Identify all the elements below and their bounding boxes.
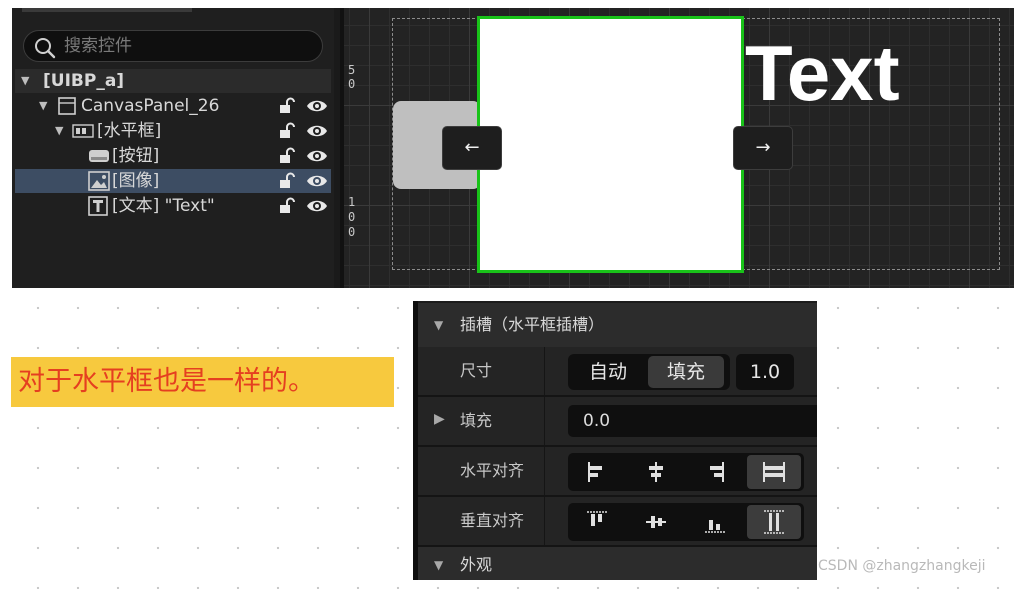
tree-label: [水平框] [97,121,162,141]
expand-arrow-icon[interactable]: ▼ [39,94,47,118]
horizontal-alignment-label: 水平对齐 [460,461,525,480]
tree-row-image[interactable]: [图像] [15,169,331,193]
slot-section-header[interactable]: ▼ 插槽（水平框插槽） [418,303,817,347]
tree-row-canvas-panel[interactable]: ▼ CanvasPanel_26 [15,94,331,118]
image-widget-icon [88,171,110,191]
appearance-section-header[interactable]: ▼ 外观 [418,547,817,580]
unlock-icon[interactable] [278,197,296,215]
collapse-arrow-icon[interactable]: ▼ [434,303,443,347]
column-divider [544,447,545,495]
align-center-horizontal-button[interactable] [629,455,683,489]
horizontal-alignment-row: 水平对齐 [418,447,817,495]
align-bottom-icon [705,520,725,533]
align-center-horizontal-icon [649,462,663,482]
section-title: 外观 [460,555,493,574]
unlock-icon[interactable] [278,172,296,190]
unlock-icon[interactable] [278,147,296,165]
column-divider [544,497,545,545]
ruler-label: 1 [348,195,356,209]
move-left-button[interactable]: ← [442,126,502,170]
tree-row-root[interactable]: ▼ [UIBP_a] [15,69,331,93]
collapse-arrow-icon[interactable]: ▼ [434,547,443,580]
size-fill-option[interactable]: 填充 [648,356,724,388]
ruler-label: 0 [348,77,356,91]
vertical-alignment-row: 垂直对齐 [418,497,817,545]
expand-arrow-icon[interactable]: ▼ [21,69,29,93]
expand-arrow-icon[interactable]: ▼ [55,119,63,143]
vertical-alignment-label: 垂直对齐 [460,511,525,530]
fill-vertical-icon [764,510,784,534]
visibility-eye-icon[interactable] [306,123,328,139]
ruler-label: 5 [348,63,356,77]
watermark: CSDN @zhangzhangkeji [818,558,986,574]
padding-input[interactable]: 0.0 [568,405,817,437]
text-widget-preview[interactable]: Text [745,28,900,118]
hierarchy-tab-strip [22,8,192,12]
align-left-button[interactable] [570,455,624,489]
visibility-eye-icon[interactable] [306,148,328,164]
expand-arrow-icon[interactable]: ▶ [434,411,445,427]
tree-label: [图像] [112,171,160,191]
size-auto-option[interactable]: 自动 [570,356,646,388]
ruler-label: 0 [348,225,356,239]
align-bottom-button[interactable] [688,505,742,539]
tree-label: [UIBP_a] [43,71,125,91]
size-fill-value[interactable]: 1.0 [736,354,794,390]
search-box[interactable] [23,30,323,62]
tree-row-horizontal-box[interactable]: ▼ [水平框] [15,119,331,143]
column-divider [544,347,545,395]
tree-label: [文本] "Text" [112,196,215,216]
align-left-icon [588,462,602,482]
text-widget-icon [88,196,108,216]
visibility-eye-icon[interactable] [306,98,328,114]
unlock-icon[interactable] [278,97,296,115]
search-icon [35,38,56,59]
move-right-button[interactable]: → [733,126,793,170]
vertical-alignment-group [568,503,804,541]
padding-row: ▶ 填充 0.0 [418,397,817,445]
tree-label: CanvasPanel_26 [81,96,220,116]
size-rule-toggle[interactable]: 自动 填充 [568,354,730,390]
tree-row-text[interactable]: [文本] "Text" [15,194,331,218]
ruler-label: 0 [348,210,356,224]
column-divider [544,397,545,445]
align-center-vertical-icon [646,516,666,528]
viewport-divider[interactable] [340,8,344,288]
section-title: 插槽（水平框插槽） [460,315,605,334]
unlock-icon[interactable] [278,122,296,140]
size-row: 尺寸 自动 填充 1.0 [418,347,817,395]
align-right-button[interactable] [688,455,742,489]
annotation-note: 对于水平框也是一样的。 [11,357,394,407]
visibility-eye-icon[interactable] [306,173,328,189]
size-label: 尺寸 [460,361,493,380]
visibility-eye-icon[interactable] [306,198,328,214]
align-top-button[interactable] [570,505,624,539]
canvas-panel-icon [58,97,76,115]
align-right-icon [710,462,724,482]
align-center-vertical-button[interactable] [629,505,683,539]
padding-label: 填充 [460,411,493,430]
vertical-ruler: 5 0 1 0 0 [348,8,368,288]
fill-horizontal-button[interactable] [747,455,801,489]
widget-editor-screenshot: ▼ [UIBP_a] ▼ CanvasPanel_26 ▼ [12,8,1014,288]
button-widget-icon [89,150,109,162]
align-top-icon [587,511,607,526]
hierarchy-panel: ▼ [UIBP_a] ▼ CanvasPanel_26 ▼ [12,8,334,288]
tree-row-button[interactable]: [按钮] [15,144,331,168]
fill-vertical-button[interactable] [747,505,801,539]
horizontal-alignment-group [568,453,804,491]
fill-horizontal-icon [763,462,785,482]
image-widget-preview[interactable] [477,16,744,273]
horizontal-box-icon [72,124,94,138]
details-panel: ▼ 插槽（水平框插槽） 尺寸 自动 填充 1.0 ▶ 填充 0.0 水平对齐 垂… [413,301,817,580]
tree-label: [按钮] [112,146,160,166]
search-input[interactable] [64,35,314,57]
